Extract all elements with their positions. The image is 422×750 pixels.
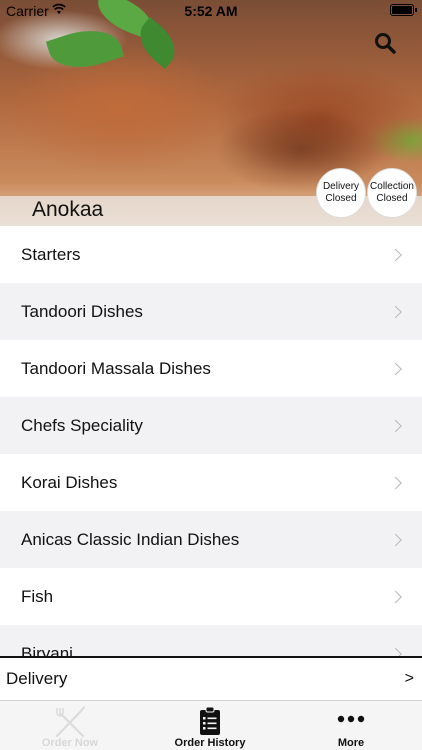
- menu-category-anicas-classic[interactable]: Anicas Classic Indian Dishes: [0, 511, 422, 568]
- menu-category-starters[interactable]: Starters: [0, 226, 422, 283]
- chevron-right-icon: [389, 305, 402, 318]
- badge-line: Delivery: [322, 181, 360, 192]
- chevron-right-icon: [389, 248, 402, 261]
- tab-label: Order History: [174, 737, 246, 749]
- fork-knife-icon: [55, 706, 86, 738]
- restaurant-name: Anokaa: [32, 198, 104, 221]
- tab-order-history[interactable]: Order History: [140, 701, 280, 750]
- badge-line: Collection: [370, 181, 414, 192]
- tab-bar: Order Now Order History More: [0, 700, 422, 750]
- order-mode-arrow-icon: >: [404, 670, 414, 687]
- status-bar: Carrier 5:52 AM: [0, 0, 422, 22]
- menu-category-korai-dishes[interactable]: Korai Dishes: [0, 454, 422, 511]
- badge-line: Closed: [325, 193, 357, 204]
- tab-label: More: [337, 737, 365, 749]
- tab-more[interactable]: More: [281, 701, 421, 750]
- chevron-right-icon: [389, 590, 402, 603]
- chevron-right-icon: [389, 419, 402, 432]
- menu-category-label: Korai Dishes: [21, 472, 118, 492]
- tab-order-now[interactable]: Order Now: [0, 701, 140, 750]
- menu-category-label: Anicas Classic Indian Dishes: [21, 529, 240, 549]
- menu-category-tandoori-dishes[interactable]: Tandoori Dishes: [0, 283, 422, 340]
- delivery-status-badge: Delivery Closed: [316, 168, 366, 218]
- menu-category-list: Starters Tandoori Dishes Tandoori Massal…: [0, 226, 422, 656]
- menu-category-label: Biryani: [21, 643, 73, 657]
- garnish-leaf: [45, 20, 125, 78]
- chevron-right-icon: [389, 647, 402, 656]
- chevron-right-icon: [389, 476, 402, 489]
- menu-category-fish[interactable]: Fish: [0, 568, 422, 625]
- chevron-right-icon: [389, 362, 402, 375]
- order-mode-bar[interactable]: Delivery >: [0, 656, 422, 700]
- search-icon[interactable]: [372, 30, 400, 58]
- chevron-right-icon: [389, 533, 402, 546]
- tab-label: Order Now: [41, 737, 99, 749]
- menu-category-label: Chefs Speciality: [21, 415, 143, 435]
- ellipsis-icon: [337, 715, 365, 723]
- order-mode-label: Delivery: [6, 669, 68, 688]
- menu-category-biryani[interactable]: Biryani: [0, 625, 422, 656]
- clipboard-list-icon: [200, 706, 220, 735]
- collection-status-badge: Collection Closed: [367, 168, 417, 218]
- menu-category-chefs-speciality[interactable]: Chefs Speciality: [0, 397, 422, 454]
- battery-icon: [390, 4, 417, 16]
- menu-category-label: Fish: [21, 586, 54, 606]
- menu-category-label: Tandoori Massala Dishes: [21, 358, 211, 378]
- clock: 5:52 AM: [184, 3, 238, 19]
- menu-category-label: Starters: [21, 244, 81, 264]
- menu-category-label: Tandoori Dishes: [21, 301, 143, 321]
- badge-line: Closed: [376, 193, 408, 204]
- menu-category-tandoori-massala-dishes[interactable]: Tandoori Massala Dishes: [0, 340, 422, 397]
